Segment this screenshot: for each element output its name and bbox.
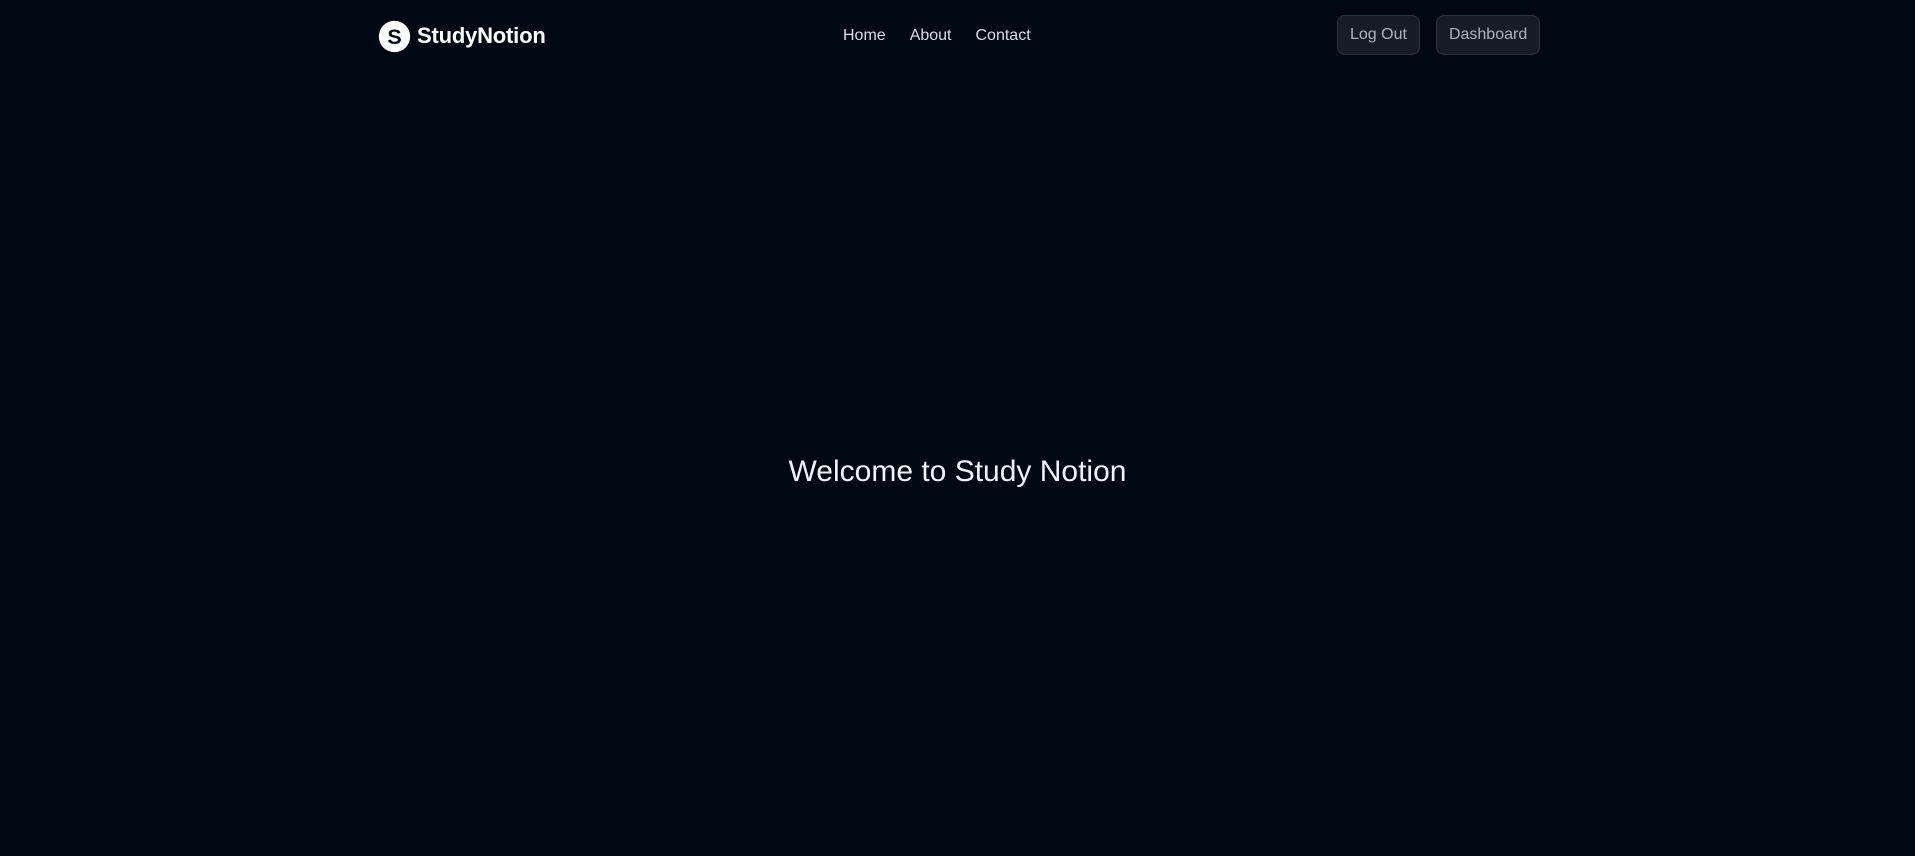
nav-link-about[interactable]: About [910, 25, 952, 47]
studynotion-logo-icon: S [378, 20, 411, 52]
nav-links: Home About Contact [843, 25, 1031, 47]
logo-text: StudyNotion [417, 23, 546, 48]
svg-text:S: S [387, 24, 401, 48]
nav-link-contact[interactable]: Contact [976, 25, 1031, 47]
logo-link[interactable]: S StudyNotion [378, 19, 546, 53]
page-title: Welcome to Study Notion [788, 455, 1127, 488]
logout-button[interactable]: Log Out [1337, 15, 1420, 55]
navbar: S StudyNotion Home About Contact Log Out… [0, 0, 1915, 72]
nav-link-home[interactable]: Home [843, 25, 886, 47]
header-actions: Log Out Dashboard [1337, 15, 1541, 55]
main-content: Welcome to Study Notion [0, 450, 1915, 494]
dashboard-button[interactable]: Dashboard [1435, 15, 1541, 55]
